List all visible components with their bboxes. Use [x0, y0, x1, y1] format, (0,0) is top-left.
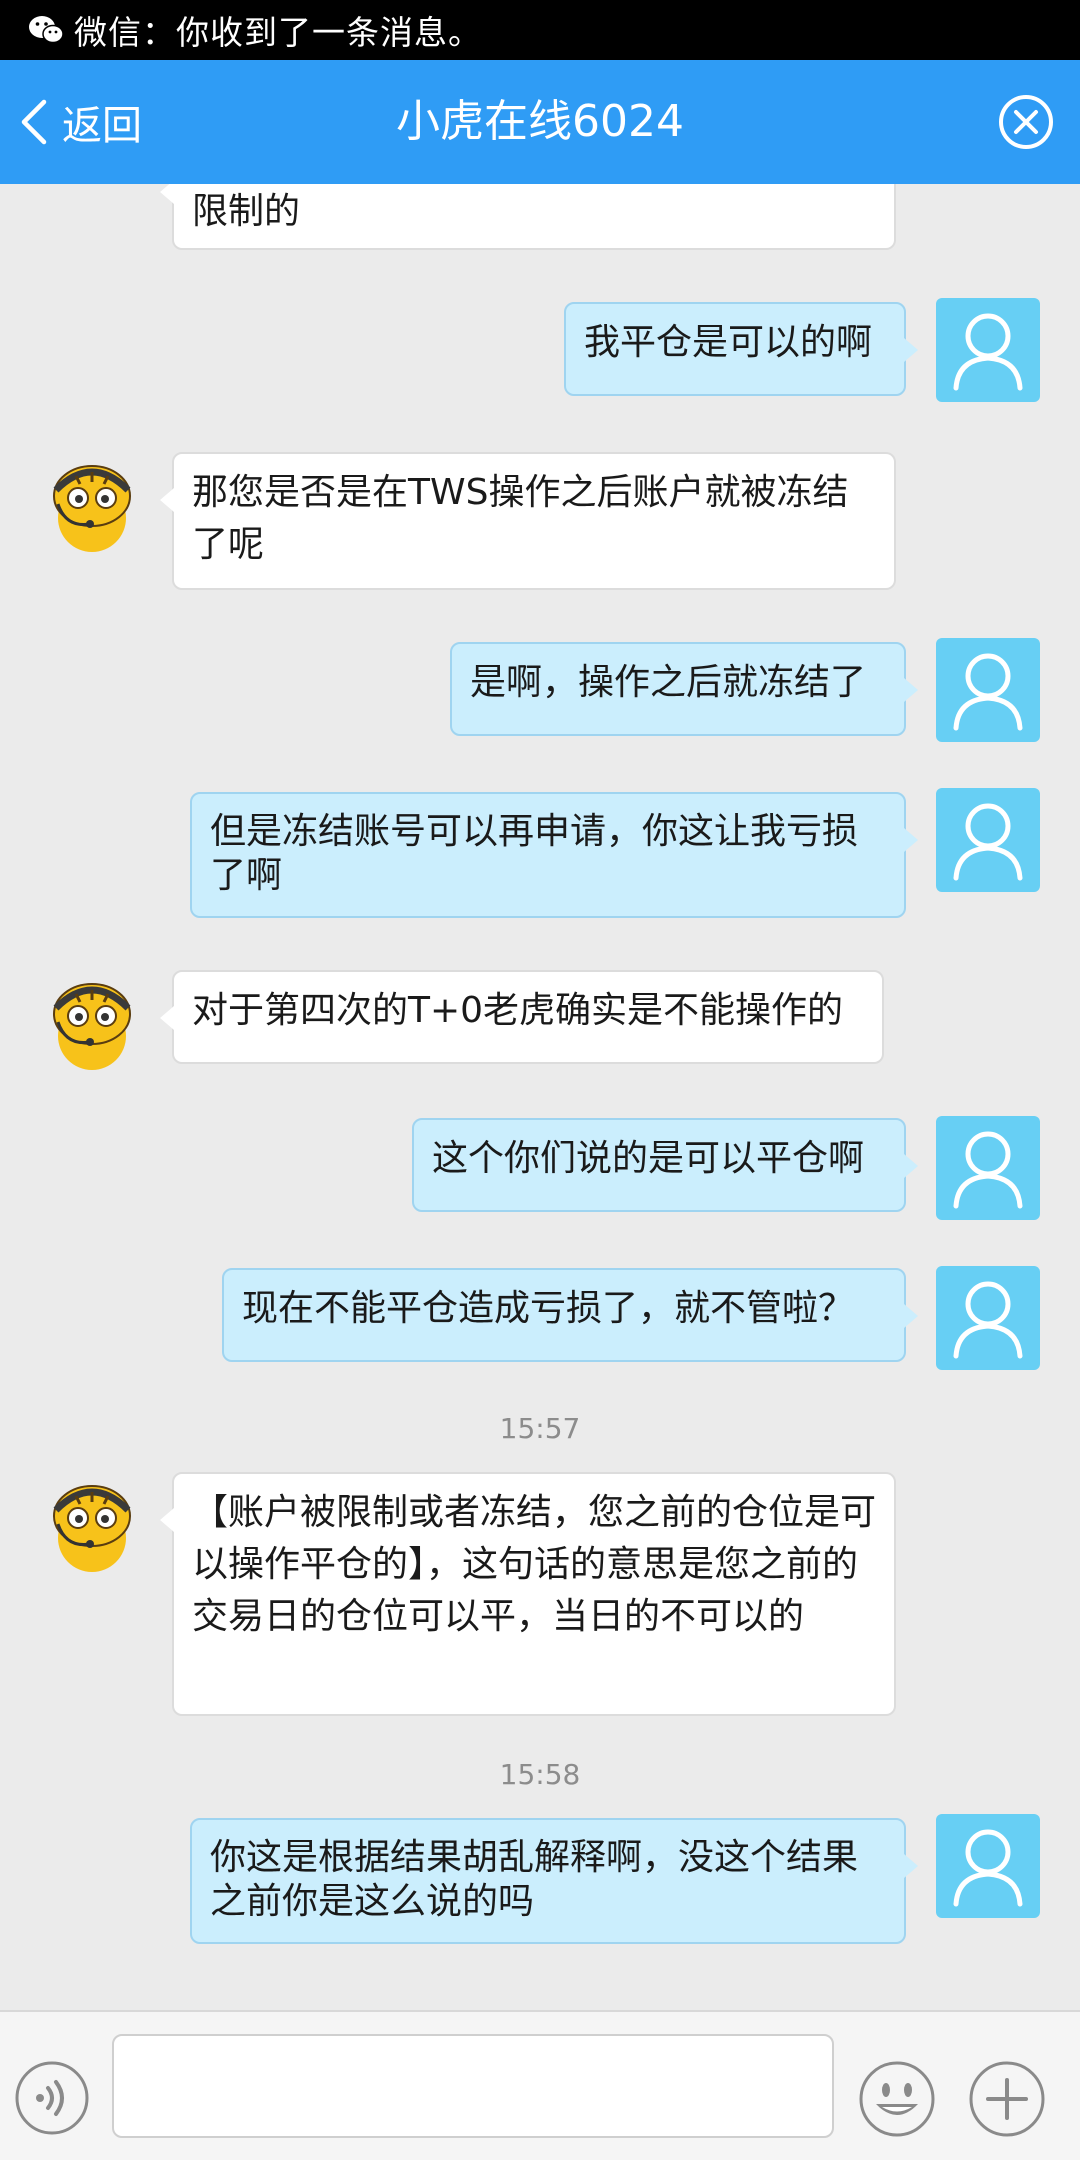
user-icon — [953, 1829, 1023, 1907]
service-avatar[interactable] — [46, 1474, 140, 1574]
title-bar: 返回 小虎在线6024 — [0, 60, 1080, 184]
user-avatar[interactable] — [936, 1814, 1040, 1918]
message-bubble-service: 限制的 — [160, 184, 896, 250]
message-bubble-me: 这个你们说的是可以平仓啊 — [412, 1118, 918, 1212]
user-icon — [953, 1281, 1023, 1359]
timestamp: 15:58 — [499, 1758, 581, 1791]
message-bubble-me: 是啊，操作之后就冻结了 — [450, 642, 918, 736]
chat-area[interactable]: 限制的 我平仓是可以的啊 那您是否是在TWS操作之后账户就被冻结了呢 是啊，操作… — [0, 184, 1080, 2010]
message-bubble-service: 对于第四次的T+0老虎确实是不能操作的 — [160, 970, 884, 1064]
emoji-icon[interactable] — [858, 2060, 936, 2138]
user-avatar[interactable] — [936, 298, 1040, 402]
message-bubble-service: 【账户被限制或者冻结，您之前的仓位是可以操作平仓的】，这句话的意思是您之前的交易… — [160, 1472, 896, 1716]
user-avatar[interactable] — [936, 788, 1040, 892]
user-icon — [953, 653, 1023, 731]
status-bar: 微信：你收到了一条消息。 — [0, 0, 1080, 60]
close-circle-icon[interactable] — [998, 94, 1054, 150]
timestamp: 15:57 — [499, 1412, 581, 1445]
user-avatar[interactable] — [936, 1266, 1040, 1370]
user-icon — [953, 313, 1023, 391]
service-avatar[interactable] — [46, 972, 140, 1072]
page-title: 小虎在线6024 — [396, 96, 684, 147]
message-bubble-me: 我平仓是可以的啊 — [564, 302, 918, 396]
user-avatar[interactable] — [936, 638, 1040, 742]
voice-icon[interactable] — [14, 2060, 90, 2136]
user-avatar[interactable] — [936, 1116, 1040, 1220]
notification-text: 微信：你收到了一条消息。 — [74, 13, 482, 52]
message-bubble-me: 现在不能平仓造成亏损了，就不管啦？ — [222, 1268, 918, 1362]
message-bubble-me: 你这是根据结果胡乱解释啊，没这个结果之前你是这么说的吗 — [190, 1818, 918, 1944]
user-icon — [953, 803, 1023, 881]
user-icon — [953, 1131, 1023, 1209]
message-bubble-service: 那您是否是在TWS操作之后账户就被冻结了呢 — [160, 452, 896, 590]
plus-icon[interactable] — [968, 2060, 1046, 2138]
message-input[interactable] — [112, 2034, 834, 2138]
service-avatar[interactable] — [46, 454, 140, 554]
wechat-icon — [29, 16, 64, 44]
input-bar — [0, 2010, 1080, 2160]
message-bubble-me: 但是冻结账号可以再申请，你这让我亏损了啊 — [190, 792, 918, 918]
